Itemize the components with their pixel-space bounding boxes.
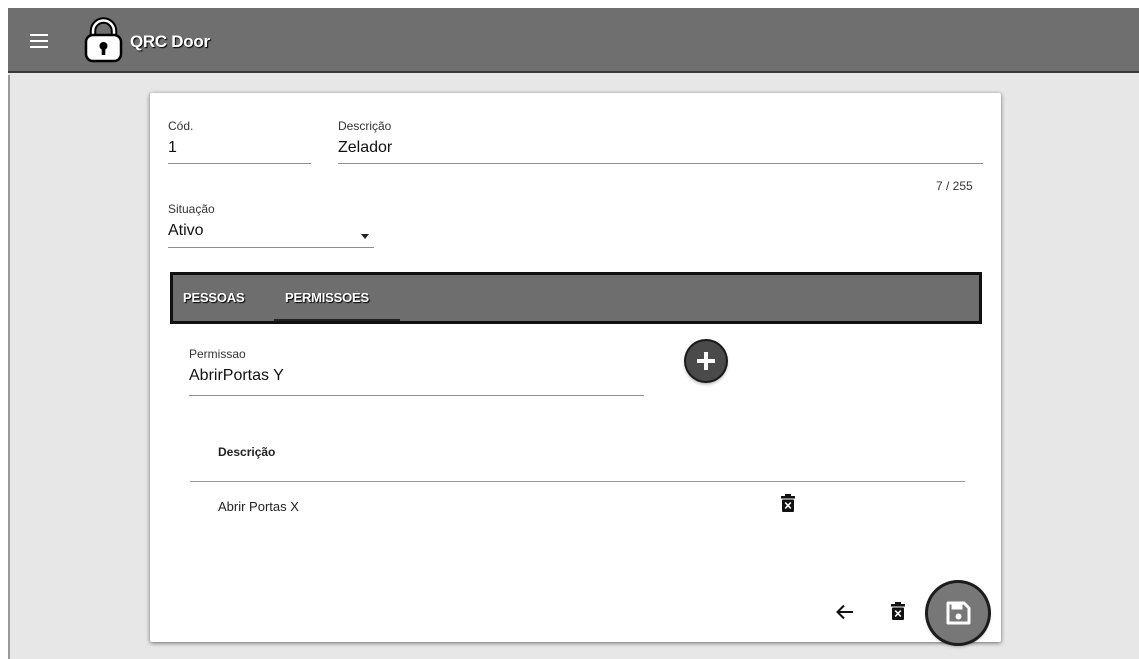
situacao-label: Situação — [168, 202, 215, 216]
left-edge — [8, 75, 10, 659]
situacao-select[interactable]: Situação Ativo — [168, 202, 215, 240]
descricao-counter: 7 / 255 — [936, 179, 973, 193]
arrow-left-icon[interactable] — [836, 604, 854, 620]
cod-field[interactable]: Cód. 1 — [168, 119, 193, 157]
permissao-underline — [189, 395, 644, 396]
descricao-label: Descrição — [338, 119, 392, 133]
trash-icon[interactable] — [891, 602, 905, 620]
permissao-label: Permissao — [189, 347, 246, 361]
trash-icon[interactable] — [781, 494, 795, 512]
descricao-value[interactable]: Zelador — [338, 139, 392, 157]
app-bar: QRC Door — [8, 8, 1139, 73]
situacao-underline — [168, 247, 374, 248]
cod-value[interactable]: 1 — [168, 139, 193, 157]
situacao-value[interactable]: Ativo — [168, 222, 215, 240]
app-title: QRC Door — [130, 32, 210, 51]
add-permission-button[interactable] — [686, 341, 726, 381]
descricao-underline — [338, 163, 983, 164]
active-tab-indicator — [274, 319, 400, 321]
permissao-value[interactable]: AbrirPortas Y — [189, 367, 284, 385]
tab-bar: PESSOAS PERMISSOES — [170, 272, 982, 324]
cod-label: Cód. — [168, 119, 194, 133]
table-header-descricao: Descrição — [218, 445, 276, 459]
app-frame: QRC Door Cód. 1 Descrição Zelador 7 / 25… — [8, 8, 1139, 659]
descricao-field[interactable]: Descrição Zelador — [338, 119, 392, 157]
cod-underline — [168, 163, 311, 164]
menu-icon[interactable] — [30, 34, 48, 48]
form-card: Cód. 1 Descrição Zelador 7 / 255 Situaçã… — [150, 93, 1001, 643]
tab-pessoas[interactable]: PESSOAS — [183, 290, 245, 305]
floppy-disk-icon — [946, 601, 971, 625]
save-button[interactable] — [928, 583, 988, 643]
plus-circle-icon — [697, 352, 715, 370]
chevron-down-icon[interactable] — [361, 234, 369, 239]
permissao-field[interactable]: Permissao AbrirPortas Y — [189, 347, 284, 385]
table-row: Abrir Portas X — [218, 499, 299, 514]
padlock-icon — [84, 17, 123, 63]
tab-permissoes[interactable]: PERMISSOES — [285, 290, 369, 305]
table-header-divider — [190, 481, 965, 482]
